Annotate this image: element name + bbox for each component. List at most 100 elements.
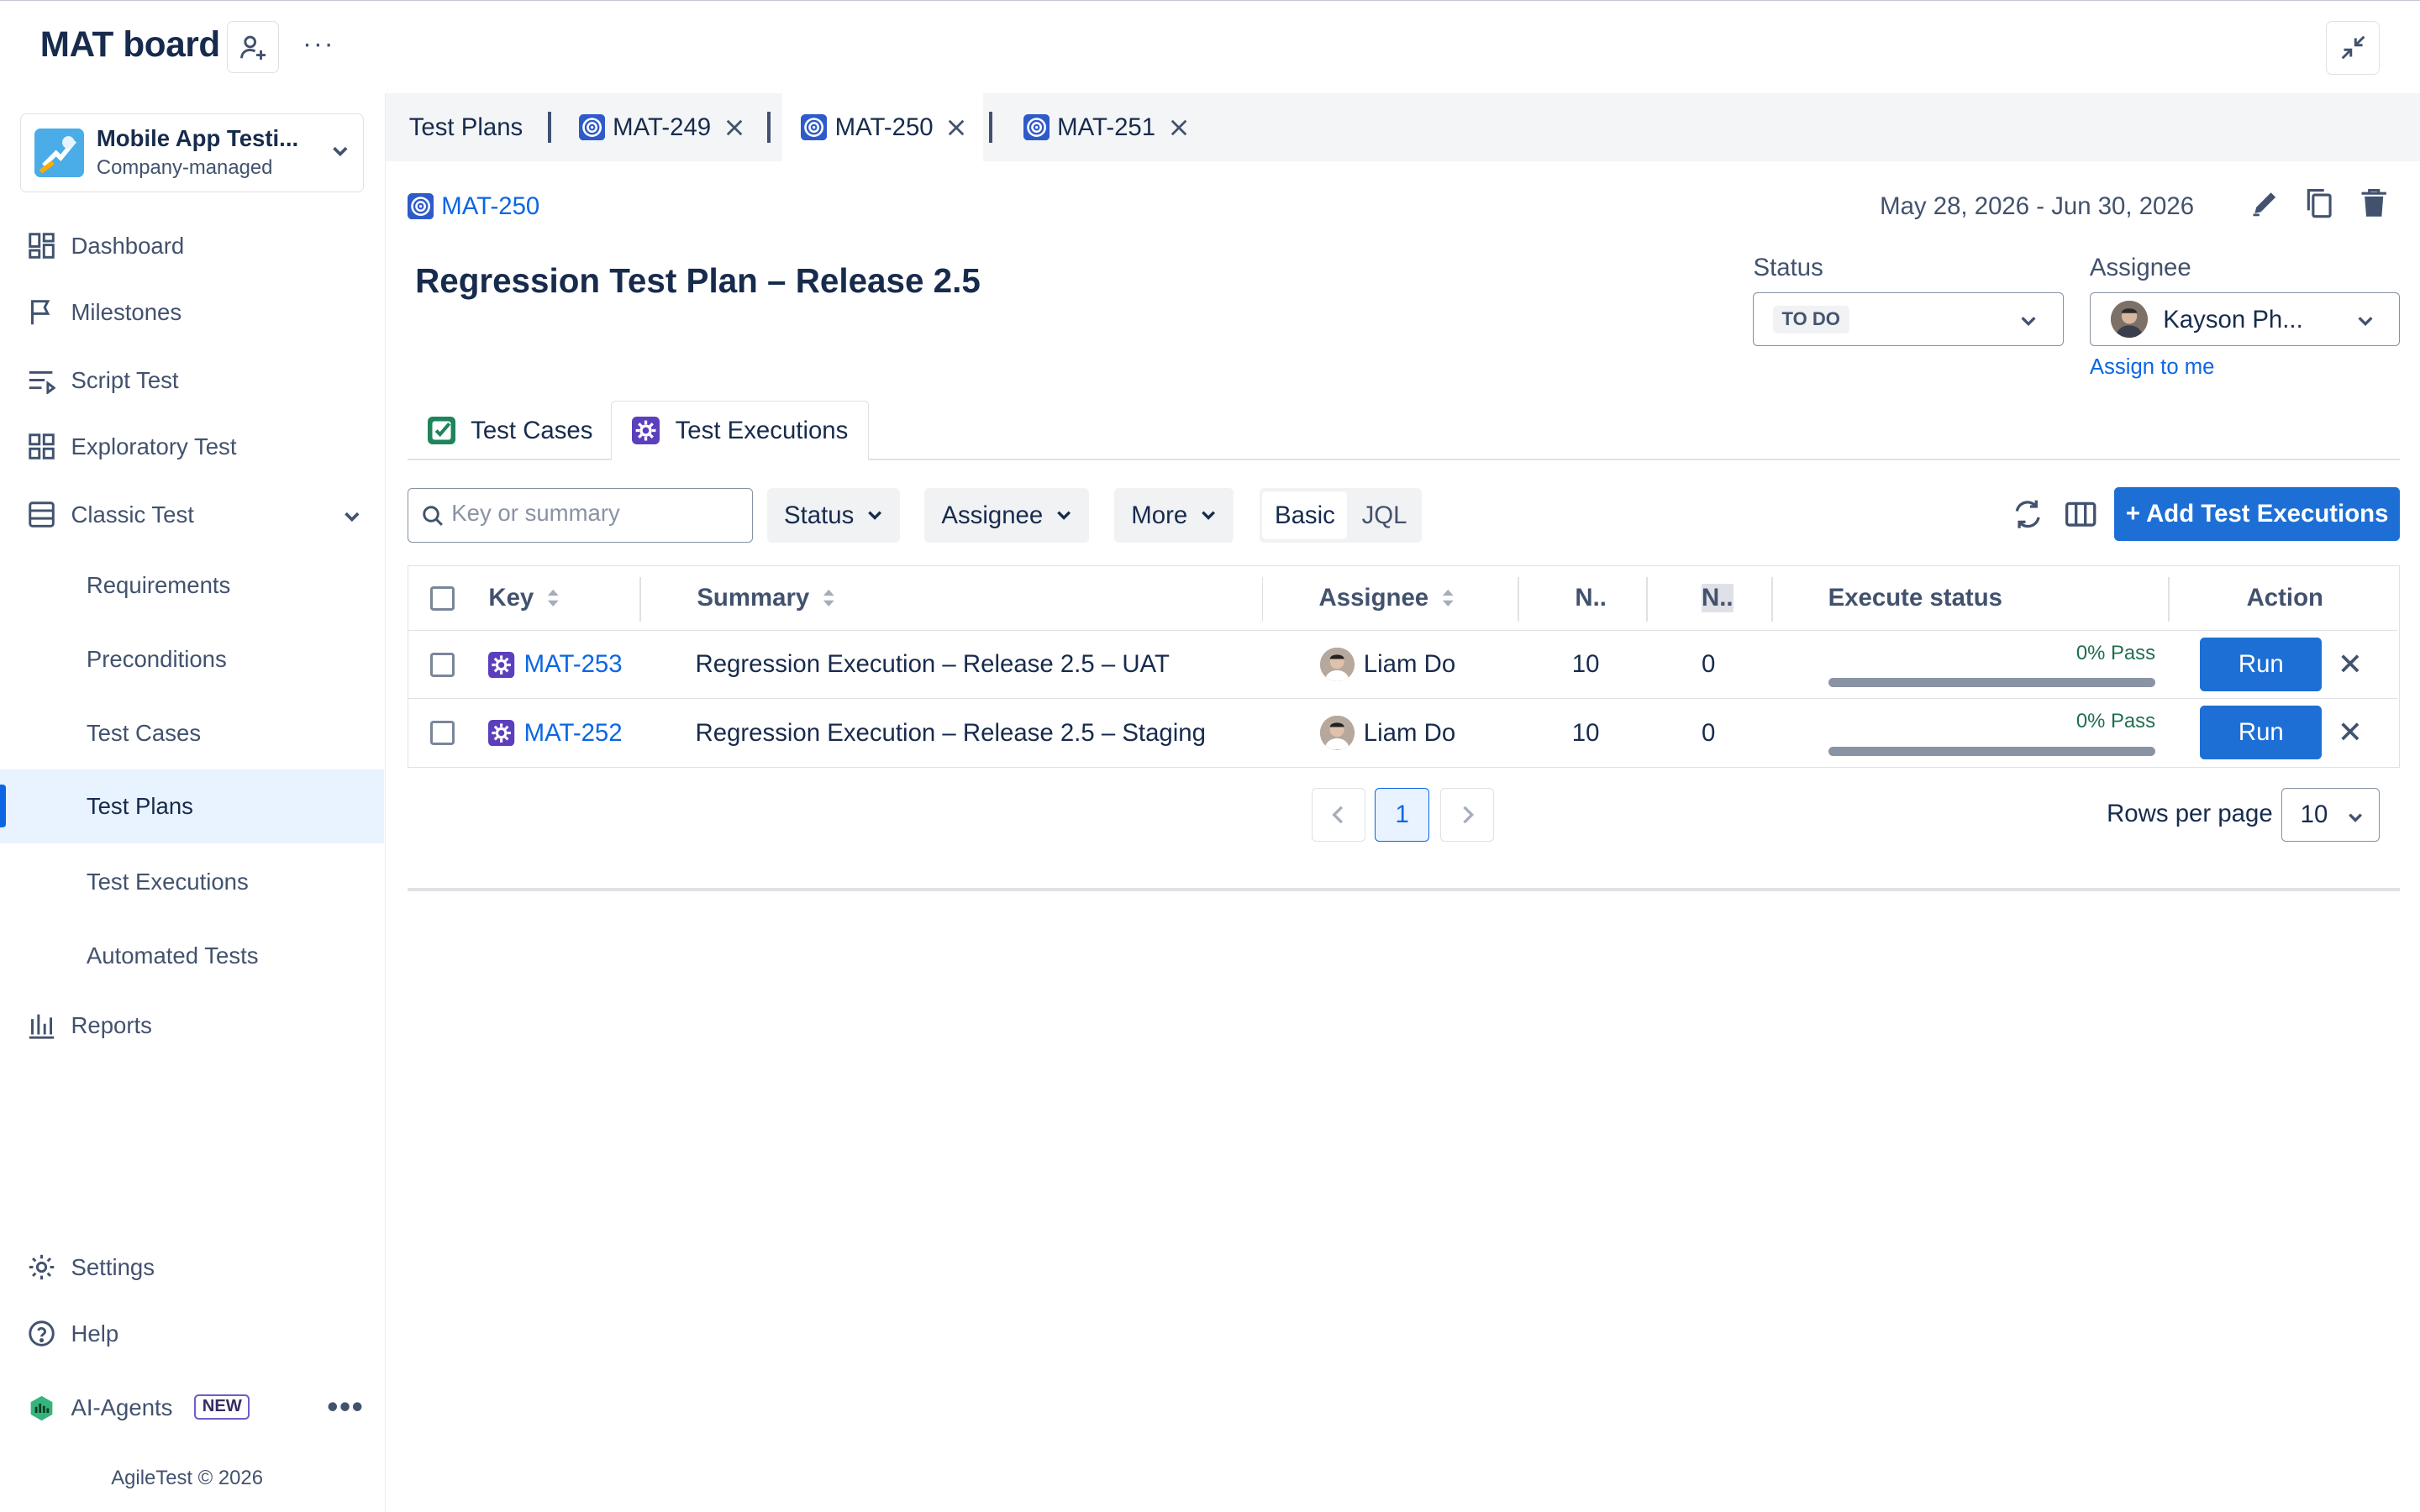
assign-to-me-link[interactable]: Assign to me [2090,355,2215,380]
sidebar-item-dashboard[interactable]: Dashboard [0,215,384,276]
columns-icon[interactable] [2064,497,2097,531]
column-header-n2[interactable]: N.. [1702,566,1733,630]
refresh-icon[interactable] [2011,497,2044,531]
issue-key-link[interactable]: MAT-250 [407,192,540,221]
copy-icon[interactable] [2302,186,2336,219]
assignee-select[interactable]: Kayson Ph... [2089,292,2401,347]
assignee-cell: Liam Do [1320,699,1455,767]
close-icon[interactable] [725,118,744,137]
sidebar-item-exploratory-test[interactable]: Exploratory Test [0,416,384,477]
tab-test-executions[interactable]: Test Executions [611,400,870,461]
sidebar-item-label: Automated Tests [86,942,259,969]
sidebar: Mobile App Testi... Company-managed Dash… [0,93,387,1512]
close-icon[interactable] [1170,118,1188,137]
tab-divider [548,112,551,143]
assignee-name: Kayson Ph... [2163,305,2303,333]
key-cell[interactable]: MAT-252 [488,699,623,767]
more-options-icon[interactable]: ••• [327,1389,364,1425]
previous-page-button[interactable] [1312,787,1366,842]
test-plan-icon [801,113,828,141]
sidebar-item-requirements[interactable]: Requirements [0,554,384,616]
chevron-down-icon [1057,511,1071,521]
sidebar-item-milestones[interactable]: Milestones [0,281,384,343]
sidebar-item-classic-test[interactable]: Classic Test [0,484,384,545]
more-filter-button[interactable]: More [1114,488,1234,543]
page-button[interactable]: 1 [1375,787,1429,842]
sidebar-item-label: Script Test [71,366,179,393]
status-badge: TO DO [1772,305,1849,334]
column-header-action: Action [2246,584,2323,612]
tab-mat-251[interactable]: MAT-251 [1023,93,1188,161]
sort-icon [547,590,559,607]
sidebar-item-ai-agents[interactable]: AI-Agents NEW ••• [0,1377,384,1438]
sidebar-item-reports[interactable]: Reports [0,995,384,1056]
sidebar-item-label: Dashboard [71,233,185,259]
chevron-down-icon [2021,317,2036,327]
add-people-button[interactable] [226,20,280,74]
column-header-key[interactable]: Key [488,566,560,630]
sidebar-item-test-cases[interactable]: Test Cases [0,703,384,764]
tab-label: MAT-250 [834,113,934,141]
tab-test-cases[interactable]: Test Cases [408,401,611,461]
status-filter-button[interactable]: Status [766,488,901,543]
project-avatar [34,128,85,178]
assignee-filter-button[interactable]: Assignee [924,488,1090,543]
column-divider [1645,577,1648,622]
execute-status-cell: 0% Pass [1828,631,2155,698]
run-button[interactable]: Run [2200,637,2323,691]
sidebar-item-test-plans[interactable]: Test Plans [0,769,385,843]
add-test-executions-button[interactable]: + Add Test Executions [2114,486,2401,541]
tab-test-plans[interactable]: Test Plans [409,93,523,161]
table-row: MAT-253 Regression Execution – Release 2… [408,631,2398,700]
tab-mat-250[interactable]: MAT-250 [782,93,983,161]
rows-per-page-select[interactable]: 10 [2281,787,2381,842]
tab-divider [989,112,992,143]
sidebar-item-settings[interactable]: Settings [0,1236,384,1298]
column-header-summary[interactable]: Summary [697,566,835,630]
sidebar-item-test-executions[interactable]: Test Executions [0,851,384,912]
close-icon[interactable] [2339,653,2361,675]
trash-icon[interactable] [2357,186,2391,219]
sidebar-item-help[interactable]: Help [0,1303,384,1364]
app-root: MAT board ··· Mobile App Testi... Compan… [0,0,2420,1512]
key-cell[interactable]: MAT-253 [488,631,623,698]
next-page-button[interactable] [1439,787,1494,842]
execute-status-cell: 0% Pass [1828,699,2155,767]
summary-cell: Regression Execution – Release 2.5 – UAT [695,650,1170,679]
select-all-checkbox[interactable] [429,585,455,611]
pass-rate-text: 0% Pass [2075,710,2155,733]
more-options-icon[interactable]: ··· [302,29,335,60]
chevron-down-icon [868,511,882,521]
n1-cell: 10 [1571,718,1600,747]
run-button[interactable]: Run [2200,705,2323,759]
project-type: Company-managed [96,155,273,179]
sidebar-item-label: Requirements [86,572,231,599]
status-select[interactable]: TO DO [1753,292,2064,347]
project-switcher[interactable]: Mobile App Testi... Company-managed [19,113,365,192]
collapse-button[interactable] [2325,20,2381,76]
row-checkbox[interactable] [429,652,455,677]
issue-key: MAT-250 [441,192,540,220]
column-header-n1[interactable]: N.. [1575,566,1607,630]
avatar [1320,716,1355,750]
sidebar-item-automated-tests[interactable]: Automated Tests [0,925,384,986]
sidebar-item-preconditions[interactable]: Preconditions [0,629,384,690]
jql-mode-button[interactable]: JQL [1350,491,1418,539]
column-header-assignee[interactable]: Assignee [1319,566,1455,630]
edit-icon[interactable] [2249,186,2282,219]
search-field[interactable] [407,488,754,543]
status-label: Status [1753,254,1823,282]
close-icon[interactable] [2339,721,2361,743]
basic-mode-button[interactable]: Basic [1262,491,1348,539]
column-divider [1261,577,1264,622]
close-icon[interactable] [947,118,965,137]
sidebar-item-script-test[interactable]: Script Test [0,349,384,411]
tab-mat-249[interactable]: MAT-249 [578,93,744,161]
row-checkbox[interactable] [429,720,455,746]
issue-key-link[interactable]: MAT-252 [524,719,623,748]
search-input[interactable] [451,500,738,528]
chevron-left-icon [1332,806,1344,824]
n1-cell: 10 [1571,650,1600,679]
help-icon [29,1320,55,1347]
issue-key-link[interactable]: MAT-253 [524,650,623,679]
